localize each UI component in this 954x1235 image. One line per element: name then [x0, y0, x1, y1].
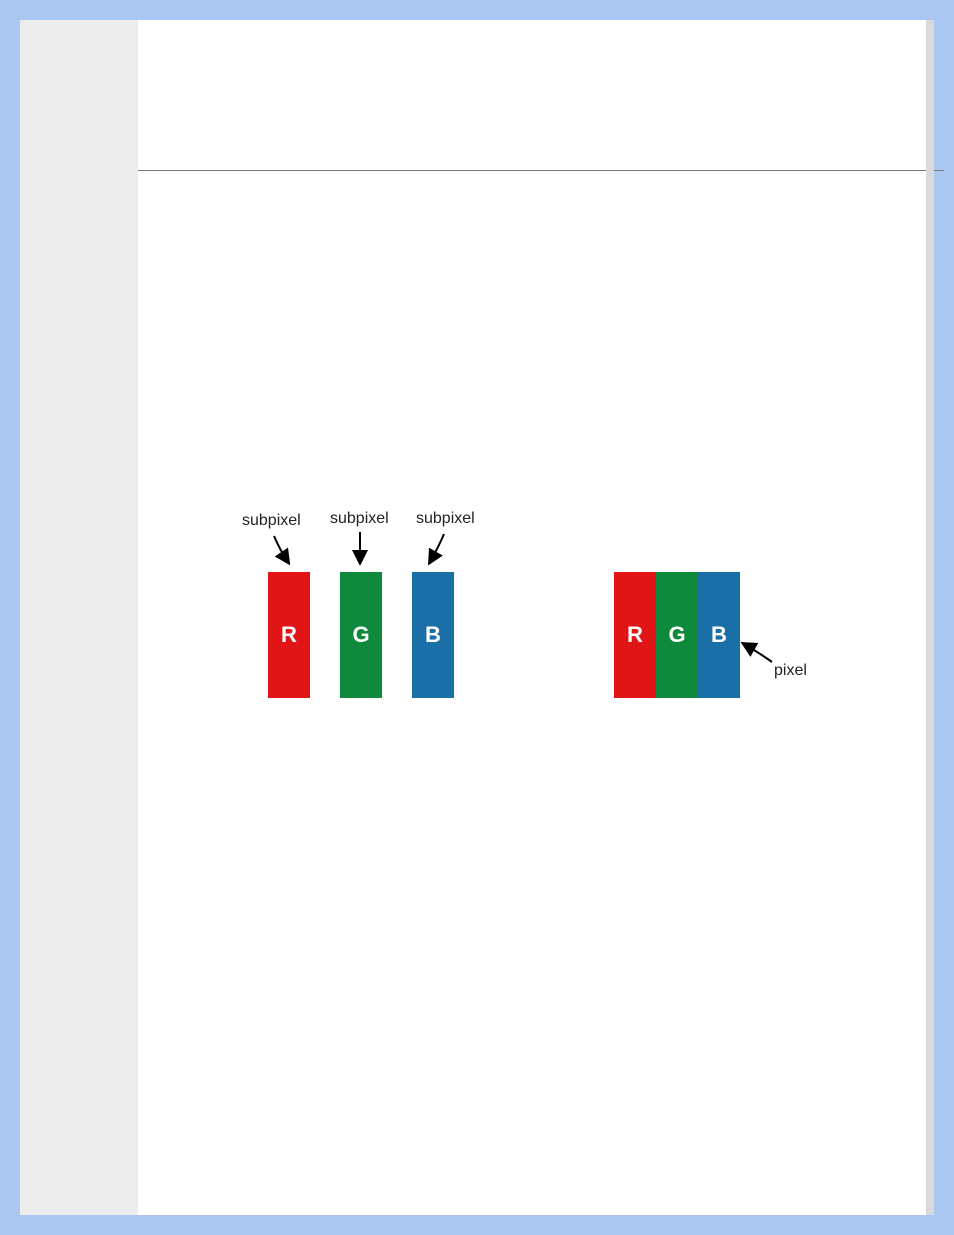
subpixel-letter-g: G	[352, 622, 369, 648]
pixel-part-green: G	[656, 572, 698, 698]
arrow-icon	[270, 532, 300, 568]
label-subpixel-r: subpixel	[242, 512, 301, 530]
arrow-icon	[350, 530, 370, 568]
subpixel-letter-r: R	[281, 622, 297, 648]
viewport-border: subpixel R subpixel	[0, 0, 954, 1235]
pixel-part-red: R	[614, 572, 656, 698]
subpixel-letter-b: B	[425, 622, 441, 648]
pixel-part-blue: B	[698, 572, 740, 698]
rgb-subpixel-diagram: subpixel R subpixel	[138, 20, 926, 820]
subpixel-green: G	[340, 572, 382, 698]
arrow-icon	[738, 638, 778, 668]
pixel-letter-r: R	[627, 622, 643, 648]
label-subpixel-b: subpixel	[416, 510, 475, 528]
page-edge-shadow	[926, 20, 934, 1215]
label-subpixel-g: subpixel	[330, 510, 389, 528]
subpixel-red: R	[268, 572, 310, 698]
document-page: subpixel R subpixel	[138, 20, 926, 1215]
arrow-icon	[422, 530, 452, 568]
document-frame: subpixel R subpixel	[20, 20, 934, 1215]
pixel-letter-g: G	[668, 622, 685, 648]
pixel-letter-b: B	[711, 622, 727, 648]
subpixel-blue: B	[412, 572, 454, 698]
label-pixel: pixel	[774, 662, 807, 680]
